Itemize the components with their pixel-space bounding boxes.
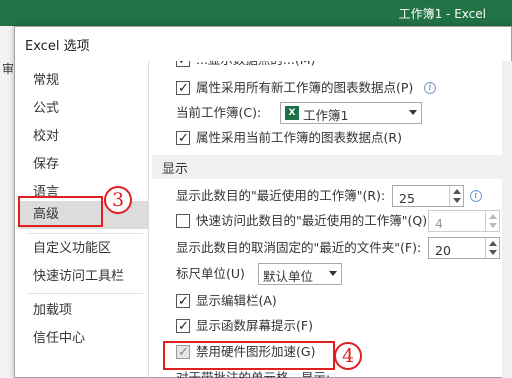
arrow-down-icon bbox=[489, 250, 497, 255]
sidebar-item-add-ins[interactable]: 加载项 bbox=[19, 297, 149, 325]
recent-books-stepper[interactable]: 25 bbox=[392, 185, 464, 207]
option-label: 属性采用所有新工作簿的图表数据点(P) bbox=[196, 80, 414, 95]
checkbox-quick-access[interactable] bbox=[176, 214, 190, 228]
sidebar-divider bbox=[27, 293, 143, 294]
sidebar-item-formulas[interactable]: 公式 bbox=[19, 95, 149, 123]
sidebar-item-proofing[interactable]: 校对 bbox=[19, 123, 149, 151]
recent-books-value: 25 bbox=[399, 191, 415, 206]
sidebar-item-quick-access-toolbar[interactable]: 快速访问工具栏 bbox=[19, 263, 149, 291]
unpinned-folders-label: 显示此数目的取消固定的"最近的文件夹"(F): bbox=[176, 240, 422, 255]
arrow-up-icon bbox=[489, 241, 497, 246]
advanced-options-panel: ...显示数据点的...(M) 属性采用所有新工作簿的图表数据点(P) i 当前… bbox=[152, 61, 512, 378]
ruler-units-select[interactable]: 默认单位 bbox=[258, 263, 342, 285]
checkbox-current-book-chart-props[interactable] bbox=[176, 128, 190, 150]
stepper-buttons[interactable] bbox=[485, 211, 499, 231]
current-book-value: 工作簿1 bbox=[303, 108, 349, 123]
quick-access-label: 快速访问此数目的"最近使用的工作簿"(Q): bbox=[196, 213, 432, 228]
sidebar-item-save[interactable]: 保存 bbox=[19, 151, 149, 179]
dialog-title: Excel 选项 bbox=[25, 39, 90, 54]
arrow-up-icon bbox=[489, 214, 497, 219]
quick-access-stepper[interactable]: 4 bbox=[428, 210, 500, 232]
arrow-down-icon bbox=[489, 223, 497, 228]
current-book-select[interactable]: X 工作簿1 bbox=[280, 102, 422, 124]
highlight-advanced bbox=[18, 196, 103, 227]
info-icon[interactable]: i bbox=[424, 82, 436, 94]
step-3-badge: 3 bbox=[104, 186, 132, 214]
stepper-buttons[interactable] bbox=[485, 238, 499, 258]
checkbox-all-books-chart-props[interactable] bbox=[176, 78, 190, 100]
stepper-buttons[interactable] bbox=[449, 186, 463, 206]
ruler-units-value: 默认单位 bbox=[263, 269, 314, 284]
step-4-badge: 4 bbox=[334, 342, 362, 370]
content-scrollbar[interactable] bbox=[502, 61, 512, 378]
arrow-up-icon bbox=[453, 189, 461, 194]
checkbox-formula-bar[interactable] bbox=[176, 291, 190, 313]
arrow-down-icon bbox=[453, 198, 461, 203]
sidebar-divider bbox=[27, 233, 143, 234]
current-book-label: 当前工作簿(C): bbox=[176, 105, 262, 120]
unpinned-folders-value: 20 bbox=[435, 243, 451, 258]
option-label: 属性采用当前工作簿的图表数据点(R) bbox=[196, 130, 402, 145]
unpinned-folders-stepper[interactable]: 20 bbox=[428, 237, 500, 259]
ruler-units-label: 标尺单位(U) bbox=[176, 266, 245, 281]
recent-books-label: 显示此数目的"最近使用的工作簿"(R): bbox=[176, 188, 386, 203]
chevron-down-icon bbox=[409, 110, 417, 115]
section-display-header: 显示 bbox=[152, 155, 512, 179]
checkbox-cut-row[interactable] bbox=[176, 61, 190, 72]
checkbox-function-tips[interactable] bbox=[176, 316, 190, 338]
chevron-down-icon bbox=[329, 271, 337, 276]
option-label: 显示编辑栏(A) bbox=[196, 293, 277, 308]
section-title: 显示 bbox=[162, 162, 189, 177]
excel-title-bar: 工作簿1 - Excel bbox=[0, 0, 512, 26]
option-label: 显示函数屏幕提示(F) bbox=[196, 318, 313, 333]
option-label: ...显示数据点的...(M) bbox=[196, 61, 315, 71]
sidebar-item-customize-ribbon[interactable]: 自定义功能区 bbox=[19, 235, 149, 263]
excel-workbook-icon: X bbox=[285, 106, 299, 120]
highlight-hw-accel bbox=[163, 341, 335, 370]
excel-window-title: 工作簿1 - Excel bbox=[398, 7, 486, 21]
quick-access-value: 4 bbox=[435, 216, 443, 231]
sidebar-item-general[interactable]: 常规 bbox=[19, 67, 149, 95]
sidebar-item-trust-center[interactable]: 信任中心 bbox=[19, 325, 149, 353]
info-icon[interactable]: i bbox=[470, 190, 482, 202]
ribbon-tab-review[interactable]: 审 bbox=[2, 60, 14, 77]
